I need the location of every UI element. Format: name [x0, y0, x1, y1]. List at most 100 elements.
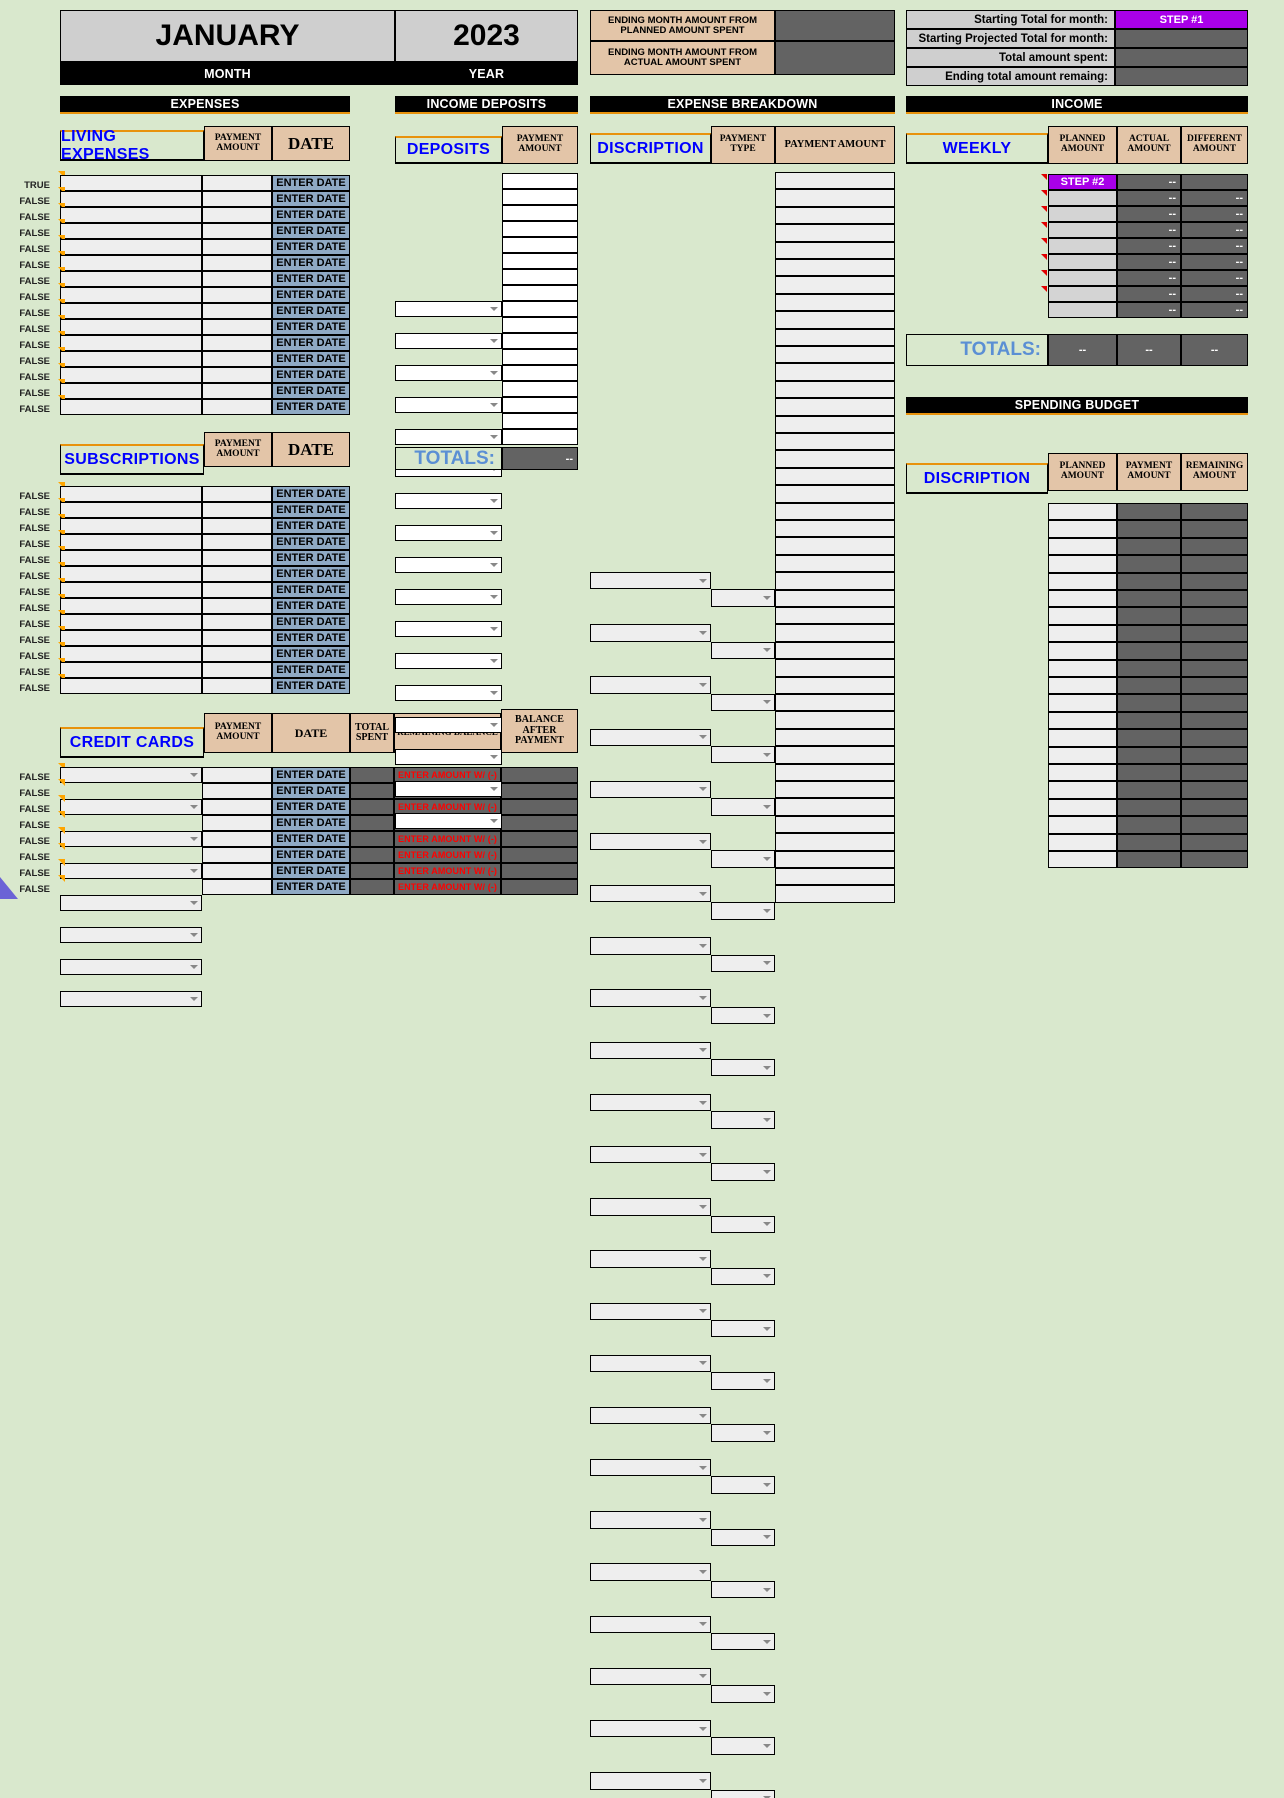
dropdown-arrow-icon[interactable]: [699, 1517, 707, 1522]
dropdown-arrow-icon[interactable]: [490, 563, 498, 567]
living-expense-date-cell[interactable]: ENTER DATE: [272, 223, 350, 239]
expense-breakdown-description-cell[interactable]: [590, 1354, 711, 1373]
deposit-amount-cell[interactable]: [502, 365, 578, 381]
credit-card-remaining-balance-cell[interactable]: ENTER AMOUNT W/ (-): [394, 863, 501, 879]
subscription-amount-cell[interactable]: [202, 662, 272, 678]
deposit-name-cell[interactable]: [395, 589, 502, 605]
expense-breakdown-type-cell[interactable]: [711, 1163, 775, 1181]
dropdown-arrow-icon[interactable]: [763, 1430, 771, 1435]
living-expense-date-cell[interactable]: ENTER DATE: [272, 399, 350, 415]
dropdown-arrow-icon[interactable]: [763, 909, 771, 914]
spending-budget-planned-cell[interactable]: [1048, 642, 1117, 660]
subscription-amount-cell[interactable]: [202, 614, 272, 630]
expense-breakdown-description-cell[interactable]: [590, 1511, 711, 1529]
dropdown-arrow-icon[interactable]: [490, 659, 498, 663]
expense-breakdown-amount-cell[interactable]: [775, 781, 895, 799]
living-expense-date-cell[interactable]: ENTER DATE: [272, 191, 350, 207]
expense-breakdown-amount-cell[interactable]: [775, 572, 895, 590]
dropdown-arrow-icon[interactable]: [763, 1744, 771, 1749]
month-cell[interactable]: JANUARY: [60, 10, 395, 62]
subscription-name-cell[interactable]: [60, 518, 202, 534]
step-1-badge[interactable]: STEP #1: [1115, 10, 1248, 29]
expense-breakdown-type-cell[interactable]: [711, 1319, 775, 1338]
living-expense-amount-cell[interactable]: [202, 175, 272, 191]
subscription-amount-cell[interactable]: [202, 486, 272, 502]
expense-breakdown-type-cell[interactable]: [711, 902, 775, 920]
expense-breakdown-amount-cell[interactable]: [775, 659, 895, 677]
credit-card-amount-cell[interactable]: [202, 799, 272, 815]
credit-card-amount-cell[interactable]: [202, 863, 272, 879]
subscription-amount-cell[interactable]: [202, 502, 272, 518]
subscription-date-cell[interactable]: ENTER DATE: [272, 566, 350, 582]
credit-card-name-cell[interactable]: [60, 991, 202, 1007]
dropdown-arrow-icon[interactable]: [699, 1674, 707, 1679]
subscription-name-cell[interactable]: [60, 566, 202, 582]
subscription-date-cell[interactable]: ENTER DATE: [272, 486, 350, 502]
subscription-name-cell[interactable]: [60, 646, 202, 662]
credit-card-remaining-balance-cell[interactable]: ENTER AMOUNT W/ (-): [394, 847, 501, 863]
spending-budget-planned-cell[interactable]: [1048, 503, 1117, 521]
credit-card-name-cell[interactable]: [60, 767, 202, 783]
living-expense-date-cell[interactable]: ENTER DATE: [272, 255, 350, 271]
expense-breakdown-amount-cell[interactable]: [775, 363, 895, 381]
expense-breakdown-amount-cell[interactable]: [775, 380, 895, 399]
credit-card-date-cell[interactable]: ENTER DATE: [272, 831, 350, 847]
subscription-date-cell[interactable]: ENTER DATE: [272, 646, 350, 662]
living-expense-amount-cell[interactable]: [202, 223, 272, 239]
dropdown-arrow-icon[interactable]: [699, 1309, 707, 1314]
living-expense-amount-cell[interactable]: [202, 383, 272, 399]
expense-breakdown-description-cell[interactable]: [590, 1772, 711, 1790]
expense-breakdown-type-cell[interactable]: [711, 1215, 775, 1233]
dropdown-arrow-icon[interactable]: [699, 787, 707, 792]
spending-budget-planned-cell[interactable]: [1048, 816, 1117, 834]
expense-breakdown-type-cell[interactable]: [711, 1789, 775, 1798]
credit-card-date-cell[interactable]: ENTER DATE: [272, 847, 350, 863]
living-expense-name-cell[interactable]: [60, 191, 202, 207]
expense-breakdown-description-cell[interactable]: [590, 624, 711, 642]
dropdown-arrow-icon[interactable]: [699, 1465, 707, 1470]
living-expense-name-cell[interactable]: [60, 255, 202, 271]
expense-breakdown-description-cell[interactable]: [590, 1041, 711, 1060]
income-planned-cell[interactable]: [1048, 222, 1117, 238]
income-planned-cell[interactable]: [1048, 190, 1117, 206]
living-expense-name-cell[interactable]: [60, 319, 202, 335]
dropdown-arrow-icon[interactable]: [699, 578, 707, 583]
expense-breakdown-amount-cell[interactable]: [775, 259, 895, 277]
spending-budget-planned-cell[interactable]: [1048, 572, 1117, 590]
dropdown-arrow-icon[interactable]: [763, 700, 771, 705]
spending-budget-planned-cell[interactable]: [1048, 746, 1117, 764]
expense-breakdown-description-cell[interactable]: [590, 780, 711, 799]
dropdown-arrow-icon[interactable]: [490, 755, 498, 759]
dropdown-arrow-icon[interactable]: [190, 997, 198, 1001]
deposit-name-cell[interactable]: [395, 781, 502, 797]
income-planned-cell[interactable]: [1048, 254, 1117, 270]
expense-breakdown-type-cell[interactable]: [711, 1737, 775, 1755]
credit-card-name-cell[interactable]: [60, 799, 202, 815]
dropdown-arrow-icon[interactable]: [699, 1361, 707, 1366]
living-expense-name-cell[interactable]: [60, 239, 202, 255]
expense-breakdown-description-cell[interactable]: [590, 1198, 711, 1216]
spending-budget-planned-cell[interactable]: [1048, 624, 1117, 643]
expense-breakdown-type-cell[interactable]: [711, 1580, 775, 1599]
expense-breakdown-type-cell[interactable]: [711, 1424, 775, 1442]
deposit-name-cell[interactable]: [395, 333, 502, 349]
credit-card-amount-cell[interactable]: [202, 847, 272, 863]
subscription-name-cell[interactable]: [60, 678, 202, 694]
expense-breakdown-description-cell[interactable]: [590, 1145, 711, 1164]
living-expense-date-cell[interactable]: ENTER DATE: [272, 239, 350, 255]
dropdown-arrow-icon[interactable]: [763, 1796, 771, 1798]
expense-breakdown-type-cell[interactable]: [711, 1476, 775, 1494]
dropdown-arrow-icon[interactable]: [190, 805, 198, 809]
dropdown-arrow-icon[interactable]: [763, 1378, 771, 1383]
living-expense-name-cell[interactable]: [60, 175, 202, 191]
credit-card-date-cell[interactable]: ENTER DATE: [272, 879, 350, 895]
living-expense-amount-cell[interactable]: [202, 207, 272, 223]
expense-breakdown-amount-cell[interactable]: [775, 537, 895, 555]
dropdown-arrow-icon[interactable]: [490, 627, 498, 631]
credit-card-date-cell[interactable]: ENTER DATE: [272, 863, 350, 879]
income-planned-cell[interactable]: [1048, 286, 1117, 302]
expense-breakdown-amount-cell[interactable]: [775, 746, 895, 764]
subscription-name-cell[interactable]: [60, 598, 202, 614]
subscription-name-cell[interactable]: [60, 534, 202, 550]
living-expense-date-cell[interactable]: ENTER DATE: [272, 367, 350, 383]
